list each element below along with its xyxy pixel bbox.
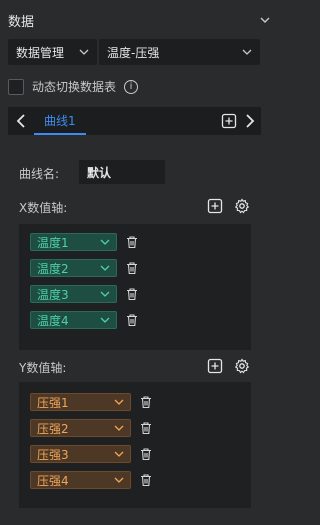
chevron-right-icon[interactable] <box>241 113 257 129</box>
x-field-select[interactable]: 温度4 <box>30 311 117 329</box>
dynamic-switch-checkbox[interactable] <box>8 78 24 95</box>
x-axis-label: X数值轴: <box>19 201 68 215</box>
add-x-field-icon[interactable] <box>207 198 223 214</box>
dynamic-switch-row: 动态切换数据表 i <box>8 78 139 95</box>
y-field-row: 压强1 <box>30 393 153 411</box>
tab-curve-1[interactable]: 曲线1 <box>34 107 86 135</box>
y-field-row: 压强2 <box>30 419 153 437</box>
trash-icon[interactable] <box>125 287 139 301</box>
x-field-row: 温度1 <box>30 233 139 251</box>
data-section-header[interactable]: 数据 <box>8 8 271 32</box>
curve-tabbar: 曲线1 <box>8 107 261 135</box>
chevron-down-icon <box>114 425 124 431</box>
x-field-select[interactable]: 温度2 <box>30 259 117 277</box>
info-icon[interactable]: i <box>124 79 139 94</box>
x-field-select[interactable]: 温度3 <box>30 285 117 303</box>
chevron-down-icon <box>242 49 252 55</box>
chevron-down-icon <box>114 399 124 405</box>
data-source-select[interactable]: 数据管理 <box>8 39 97 65</box>
add-y-field-icon[interactable] <box>207 358 223 374</box>
chevron-down-icon <box>100 291 110 297</box>
data-table-value: 温度-压强 <box>107 45 160 60</box>
trash-icon[interactable] <box>125 235 139 249</box>
x-axis-settings-gear-icon[interactable] <box>234 198 250 214</box>
trash-icon[interactable] <box>139 421 153 435</box>
y-field-select[interactable]: 压强1 <box>30 393 131 411</box>
trash-icon[interactable] <box>139 473 153 487</box>
chevron-down-icon <box>114 451 124 457</box>
curve-name-label: 曲线名: <box>19 167 60 181</box>
x-field-row: 温度4 <box>30 311 139 329</box>
chevron-left-icon[interactable] <box>14 113 30 129</box>
add-curve-icon[interactable] <box>221 113 237 129</box>
trash-icon[interactable] <box>139 395 153 409</box>
y-field-row: 压强3 <box>30 445 153 463</box>
curve-name-input[interactable]: 默认 <box>79 160 165 184</box>
data-table-select[interactable]: 温度-压强 <box>99 39 260 65</box>
chevron-down-icon <box>114 477 124 483</box>
y-axis-label: Y数值轴: <box>19 361 67 375</box>
y-field-row: 压强4 <box>30 471 153 489</box>
dynamic-switch-label: 动态切换数据表 <box>32 80 117 94</box>
chevron-down-icon[interactable] <box>259 14 271 26</box>
data-source-value: 数据管理 <box>16 45 65 60</box>
y-field-select[interactable]: 压强4 <box>30 471 131 489</box>
x-field-row: 温度3 <box>30 285 139 303</box>
y-axis-settings-gear-icon[interactable] <box>234 358 250 374</box>
x-field-select[interactable]: 温度1 <box>30 233 117 251</box>
y-field-select[interactable]: 压强2 <box>30 419 131 437</box>
chevron-down-icon <box>100 317 110 323</box>
x-field-row: 温度2 <box>30 259 139 277</box>
chevron-down-icon <box>100 265 110 271</box>
trash-icon[interactable] <box>125 313 139 327</box>
trash-icon[interactable] <box>125 261 139 275</box>
y-field-select[interactable]: 压强3 <box>30 445 131 463</box>
chevron-down-icon <box>100 239 110 245</box>
trash-icon[interactable] <box>139 447 153 461</box>
section-title: 数据 <box>8 14 35 30</box>
chevron-down-icon <box>79 49 89 55</box>
